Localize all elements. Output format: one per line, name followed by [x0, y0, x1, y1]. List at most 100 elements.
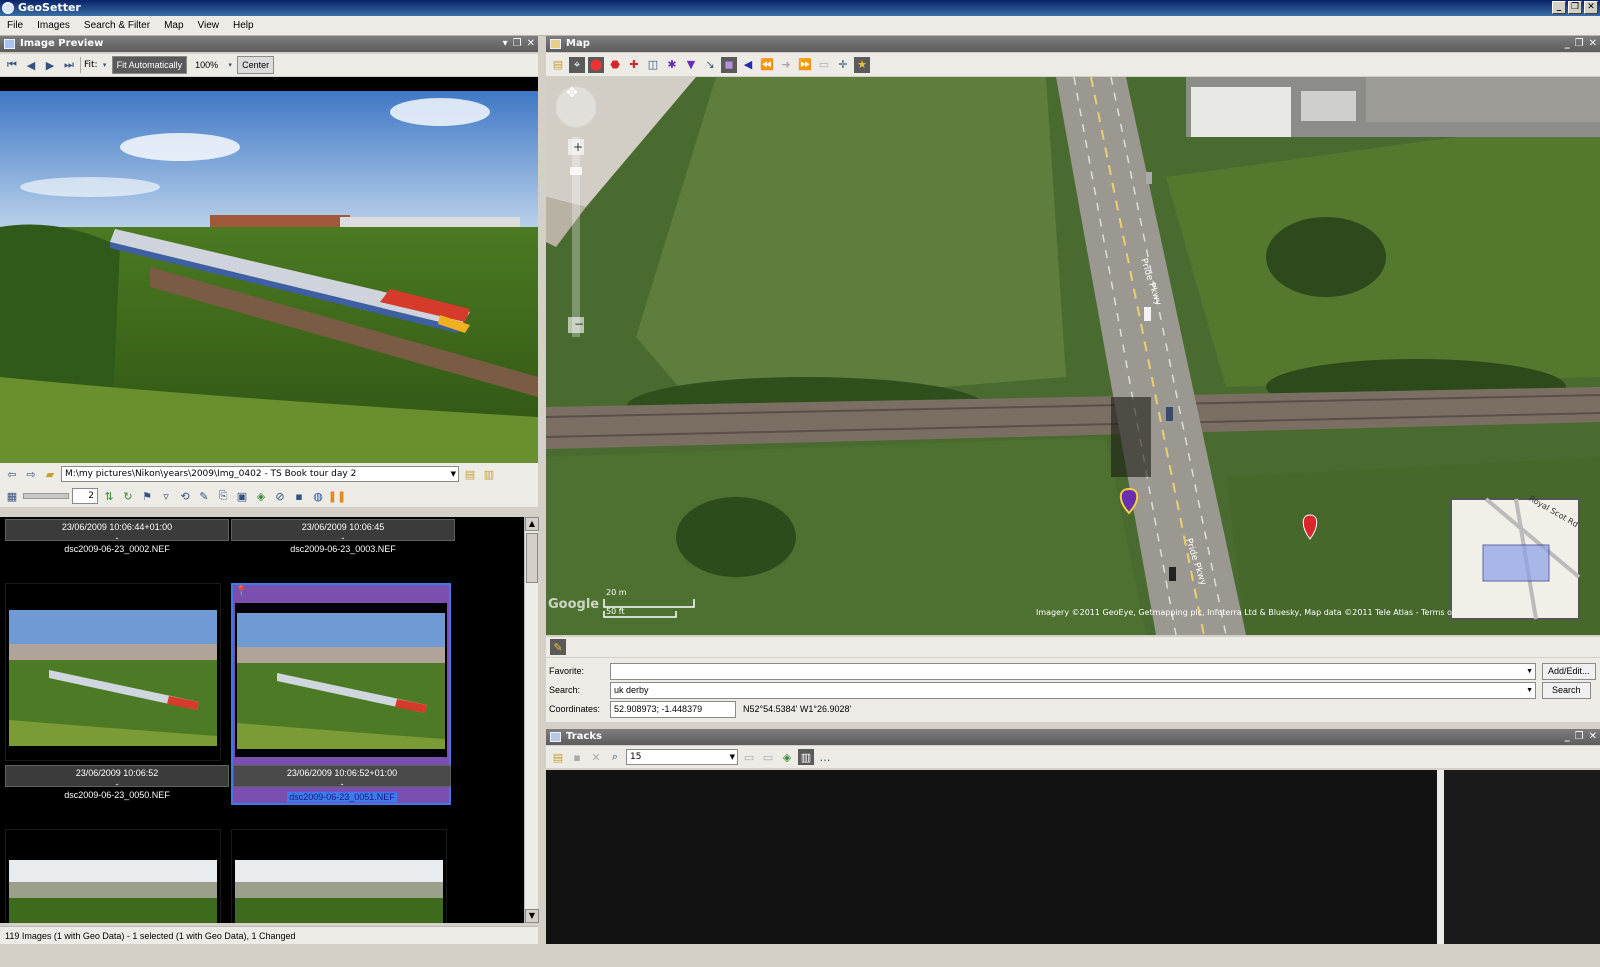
track-back-icon[interactable]: ◀: [740, 57, 756, 73]
paste-icon[interactable]: ▣: [234, 488, 250, 504]
page-stepper[interactable]: 2: [72, 488, 98, 504]
map-type-icon[interactable]: ⌖: [569, 56, 585, 73]
select-icon[interactable]: ▿: [158, 488, 174, 504]
path-input[interactable]: M:\my pictures\Nikon\years\2009\Img_0402…: [61, 466, 459, 482]
view-mode-icon[interactable]: ▦: [4, 488, 20, 504]
add-edit-button[interactable]: Add/Edit...: [1542, 662, 1596, 680]
track-sync-icon[interactable]: ◈: [779, 749, 795, 765]
minimize-button[interactable]: _: [1552, 1, 1566, 14]
zoom-out-icon[interactable]: −: [574, 317, 584, 331]
pause-icon[interactable]: ❚❚: [328, 488, 346, 504]
sort-icon[interactable]: ⇅: [101, 488, 117, 504]
panel-close-icon[interactable]: ✕: [527, 36, 535, 52]
marker-add-icon[interactable]: ✚: [626, 57, 642, 73]
track-info-icon[interactable]: ▭: [760, 749, 776, 765]
last-image-icon[interactable]: ⏭: [61, 57, 77, 73]
track-table-icon[interactable]: ▥: [798, 749, 814, 765]
path-dropdown-icon[interactable]: ▼: [451, 467, 456, 481]
menu-search-filter[interactable]: Search & Filter: [77, 20, 157, 31]
comment-track-icon[interactable]: ▭: [741, 749, 757, 765]
globe-icon[interactable]: ◍: [310, 488, 326, 504]
thumbnail-filename-selected[interactable]: dsc2009-06-23_0051.NEF: [287, 792, 397, 802]
save-track-icon[interactable]: ▪: [569, 749, 585, 765]
camera-position-icon[interactable]: ◫: [645, 57, 661, 73]
panel-float-icon[interactable]: ❐: [1575, 36, 1584, 52]
copy-icon[interactable]: ⎘: [215, 488, 231, 504]
next-image-icon[interactable]: ▶: [42, 57, 58, 73]
scroll-down-icon[interactable]: ▼: [525, 909, 539, 923]
direction-icon[interactable]: ✱: [664, 57, 680, 73]
coordinates-input[interactable]: 52.908973; -1.448379: [610, 700, 736, 718]
zoom-in-icon[interactable]: +: [573, 140, 583, 154]
menu-map[interactable]: Map: [157, 20, 190, 31]
first-image-icon[interactable]: ⏮: [4, 57, 20, 73]
marker-icon[interactable]: ⬣: [607, 57, 623, 73]
panel-close-icon[interactable]: ✕: [1589, 729, 1597, 745]
panel-minimize-icon[interactable]: _: [1565, 729, 1570, 745]
search-dropdown-icon[interactable]: ▼: [1526, 683, 1533, 698]
overlay-icon[interactable]: ◼: [721, 56, 737, 73]
crosshair-icon[interactable]: ✛: [835, 57, 851, 73]
rotate-icon[interactable]: ⟲: [177, 488, 193, 504]
save-icon[interactable]: ▪: [291, 488, 307, 504]
comment-icon[interactable]: ▭: [816, 57, 832, 73]
center-button[interactable]: Center: [237, 56, 275, 74]
restore-button[interactable]: ❐: [1568, 1, 1582, 14]
thumbnail-item-selected[interactable]: 23/06/2009 10:06:52+01:00- dsc2009-06-23…: [233, 765, 451, 803]
geotag-icon[interactable]: ◈: [253, 488, 269, 504]
panel-float-icon[interactable]: ❐: [513, 36, 522, 52]
map-attribution[interactable]: Imagery ©2011 GeoEye, Getmapping plc, In…: [1036, 608, 1454, 617]
folder-options-icon[interactable]: ▥: [481, 466, 497, 482]
panel-minimize-icon[interactable]: _: [1565, 36, 1570, 52]
thumbnail-frame[interactable]: [5, 583, 221, 761]
thumbnail-scrollbar[interactable]: ▲ ▼: [524, 517, 539, 923]
set-position-icon[interactable]: ⬤: [588, 56, 604, 73]
panel-float-icon[interactable]: ❐: [1575, 729, 1584, 745]
fit-automatically-button[interactable]: Fit Automatically: [111, 56, 188, 74]
measure-icon[interactable]: ↘: [702, 57, 718, 73]
thumbnail-frame[interactable]: [231, 829, 447, 923]
more-options-icon[interactable]: …: [817, 749, 833, 765]
panel-menu-icon[interactable]: ▾: [503, 36, 508, 52]
thumbnail-item[interactable]: 23/06/2009 10:06:52- dsc2009-06-23_0050.…: [5, 765, 229, 803]
tracks-value-input[interactable]: 15 ▼: [626, 749, 738, 765]
map-view[interactable]: ✥ + − Pride Pkwy Pride Pkwy 20 m 50 ft G…: [546, 77, 1600, 635]
filter-icon[interactable]: ⚑: [139, 488, 155, 504]
scroll-up-icon[interactable]: ▲: [525, 517, 539, 531]
pan-control-icon[interactable]: ✥: [566, 85, 578, 101]
filter-markers-icon[interactable]: ▼: [683, 57, 699, 73]
favorite-dropdown-icon[interactable]: ▼: [1526, 664, 1533, 679]
delete-geo-icon[interactable]: ⊘: [272, 488, 288, 504]
favorite-select[interactable]: ▼: [610, 662, 1536, 680]
menu-view[interactable]: View: [191, 20, 227, 31]
refresh-icon[interactable]: ↻: [120, 488, 136, 504]
tracks-detail-pane[interactable]: [1437, 770, 1600, 945]
track-next-icon[interactable]: ➜: [778, 57, 794, 73]
panel-close-icon[interactable]: ✕: [1589, 36, 1597, 52]
zoom-track-icon[interactable]: ⌕: [607, 749, 623, 765]
thumbnail-item[interactable]: 23/06/2009 10:06:45- dsc2009-06-23_0003.…: [231, 519, 455, 557]
menu-help[interactable]: Help: [226, 20, 261, 31]
favorites-icon[interactable]: ★: [854, 56, 870, 73]
track-last-icon[interactable]: ⏩: [797, 57, 813, 73]
previous-image-icon[interactable]: ◀: [23, 57, 39, 73]
search-button[interactable]: Search: [1542, 681, 1591, 699]
zoom-value[interactable]: 100%: [190, 56, 224, 74]
edit-data-icon[interactable]: ✎: [196, 488, 212, 504]
open-track-icon[interactable]: ▤: [550, 749, 566, 765]
close-button[interactable]: ✕: [1584, 1, 1598, 14]
tracks-dropdown-icon[interactable]: ▼: [730, 750, 735, 765]
thumbnail-frame[interactable]: [5, 829, 221, 923]
remove-track-icon[interactable]: ✕: [588, 749, 604, 765]
fit-dropdown-icon[interactable]: ▾: [101, 57, 109, 73]
back-icon[interactable]: ⇦: [4, 466, 20, 482]
scroll-thumb[interactable]: [526, 533, 538, 583]
thumbnail-item[interactable]: 23/06/2009 10:06:44+01:00- dsc2009-06-23…: [5, 519, 229, 557]
menu-images[interactable]: Images: [30, 20, 77, 31]
thumbnail-size-slider[interactable]: [23, 493, 69, 499]
edit-pencil-icon[interactable]: ✎: [550, 639, 566, 655]
zoom-dropdown-icon[interactable]: ▾: [226, 57, 234, 73]
forward-icon[interactable]: ⇨: [23, 466, 39, 482]
search-input[interactable]: uk derby ▼: [610, 681, 1536, 699]
track-first-icon[interactable]: ⏪: [759, 57, 775, 73]
